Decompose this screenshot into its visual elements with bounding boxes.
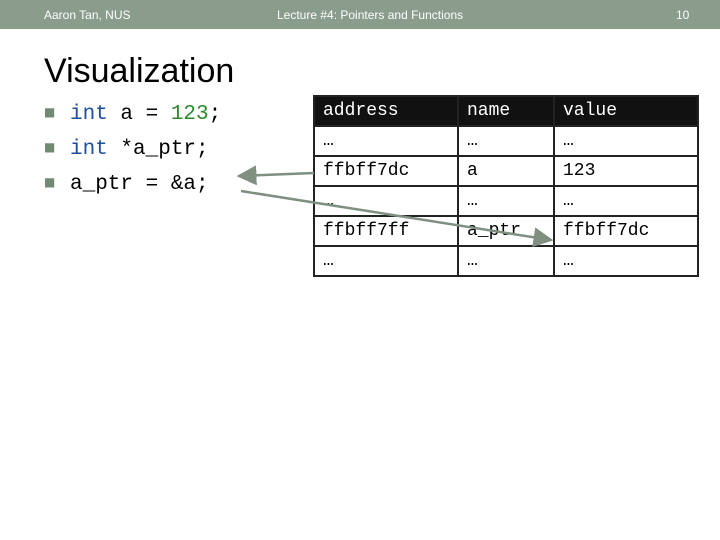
arrow-to-pointer-value [240,189,554,248]
pointer-arrows [236,165,554,248]
arrow-to-code-line [236,165,315,186]
